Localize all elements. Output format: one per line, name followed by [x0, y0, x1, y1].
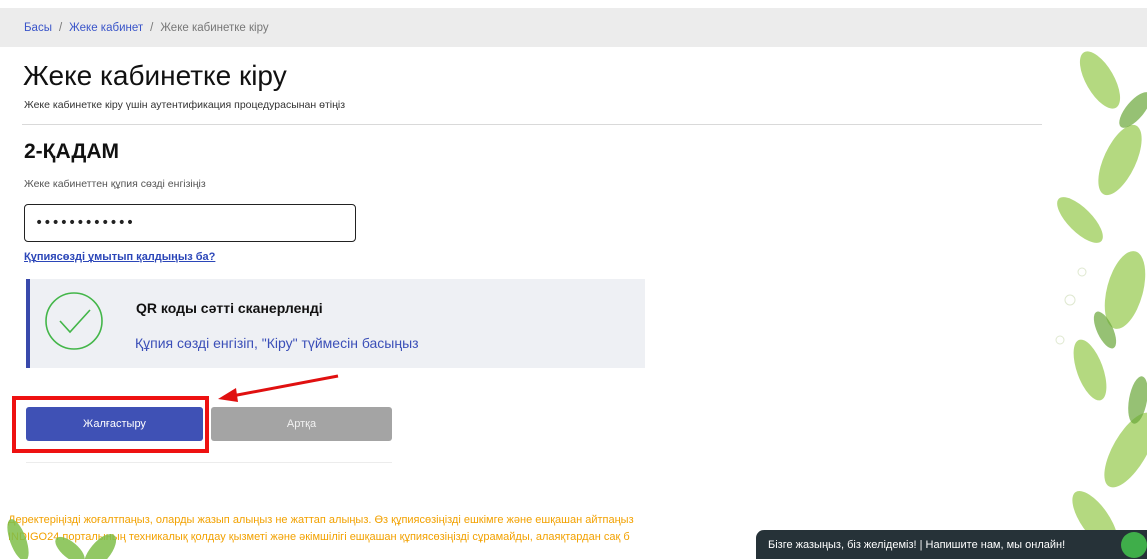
check-circle-icon [45, 292, 103, 350]
back-button[interactable]: Артқа [211, 407, 392, 441]
qr-success-panel: QR коды сәтті сканерленді Құпия сөзді ен… [26, 279, 645, 368]
breadcrumb: Басы / Жеке кабинет / Жеке кабинетке кір… [0, 8, 1147, 47]
step-title: 2-ҚАДАМ [24, 140, 120, 163]
chat-online-icon [1121, 532, 1147, 558]
chat-widget-label: Бізге жазыңыз, біз желідеміз! | Напишите… [768, 538, 1066, 551]
qr-success-description: Құпия сөзді енгізіп, "Кіру" түймесін бас… [135, 335, 419, 351]
page-title: Жеке кабинетке кіру [23, 60, 287, 91]
breadcrumb-home-link[interactable]: Басы [24, 22, 52, 34]
red-arrow-annotation [218, 374, 339, 402]
qr-success-title: QR коды сәтті сканерленді [136, 300, 323, 316]
buttons-divider [26, 462, 392, 463]
decorative-leaves-right [1055, 51, 1147, 549]
page-subtitle: Жеке кабинетке кіру үшін аутентификация … [24, 99, 346, 111]
continue-button[interactable]: Жалғастыру [26, 407, 203, 441]
forgot-password-link[interactable]: Құпиясөзді ұмытып қалдыңыз ба? [24, 251, 215, 263]
chat-widget[interactable]: Бізге жазыңыз, біз желідеміз! | Напишите… [756, 530, 1147, 559]
password-input[interactable] [24, 204, 356, 242]
breadcrumb-cabinet-link[interactable]: Жеке кабинет [69, 22, 143, 34]
step-hint: Жеке кабинеттен құпия сөзді енгізіңіз [24, 178, 206, 190]
top-cut-strip [0, 0, 1147, 8]
breadcrumb-current: Жеке кабинетке кіру [160, 21, 269, 34]
section-divider [22, 124, 1042, 125]
breadcrumb-separator: / [58, 21, 63, 34]
decorative-leaves-left [7, 519, 117, 559]
breadcrumb-separator: / [150, 21, 154, 34]
